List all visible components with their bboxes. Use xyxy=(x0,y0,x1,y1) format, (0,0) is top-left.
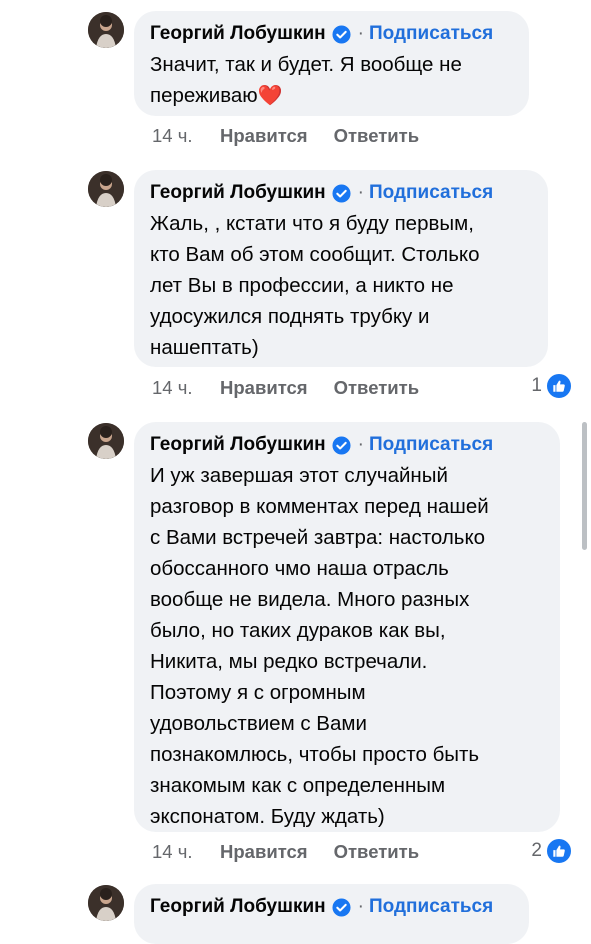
comment-header: Георгий Лобушкин · Подписаться xyxy=(150,894,513,920)
comment-line: познакомлюсь, чтобы просто быть xyxy=(150,743,480,766)
avatar[interactable] xyxy=(88,423,124,459)
follow-button[interactable]: Подписаться xyxy=(369,896,493,918)
avatar[interactable] xyxy=(88,12,124,48)
comment-actions: 14 ч. Нравится Ответить xyxy=(152,125,419,147)
like-button[interactable]: Нравится xyxy=(220,125,308,147)
author-name[interactable]: Георгий Лобушкин xyxy=(150,23,326,45)
comment-header: Георгий Лобушкин · Подписаться xyxy=(150,21,513,47)
comment-line: Жаль, , кстати что я буду первым, xyxy=(150,212,474,235)
comment-line: Значит, так и будет. Я вообще не xyxy=(150,53,462,76)
avatar[interactable] xyxy=(88,171,124,207)
reply-button[interactable]: Ответить xyxy=(334,377,420,399)
comment-line: обоссанного чмо наша отрасль xyxy=(150,557,449,580)
comment-line: удовольствием с Вами xyxy=(150,712,367,735)
comment-actions: 14 ч. Нравится Ответить xyxy=(152,377,419,399)
comment-line: было, но таких дураков как вы, xyxy=(150,619,446,642)
comment-bubble: Георгий Лобушкин · Подписаться Значит, т… xyxy=(134,11,529,116)
follow-button[interactable]: Подписаться xyxy=(369,434,493,456)
comment-text: Жаль, , кстати что я буду первым, кто Ва… xyxy=(150,208,532,363)
author-name[interactable]: Георгий Лобушкин xyxy=(150,434,326,456)
like-button[interactable]: Нравится xyxy=(220,377,308,399)
like-button[interactable]: Нравится xyxy=(220,841,308,863)
thumbs-up-icon xyxy=(545,372,573,400)
thumbs-up-icon xyxy=(545,837,573,865)
reply-button[interactable]: Ответить xyxy=(334,125,420,147)
comment-line: кто Вам об этом сообщит. Столько xyxy=(150,243,480,266)
separator-dot: · xyxy=(357,896,364,917)
comment-line: лет Вы в профессии, а никто не xyxy=(150,274,454,297)
timestamp[interactable]: 14 ч. xyxy=(152,125,220,147)
reactions-count: 1 xyxy=(531,375,542,396)
avatar[interactable] xyxy=(88,885,124,921)
comment-line: с Вами встречей завтра: настолько xyxy=(150,526,486,549)
comment-line: разговор в комментах перед нашей xyxy=(150,495,489,518)
comment-line: вообще не видела. Много разных xyxy=(150,588,470,611)
comment-bubble: Георгий Лобушкин · Подписаться И уж заве… xyxy=(134,422,560,832)
comment-line: переживаю xyxy=(150,84,258,107)
verified-badge-icon xyxy=(332,183,351,203)
reactions-summary[interactable]: 1 xyxy=(531,372,573,400)
follow-button[interactable]: Подписаться xyxy=(369,182,493,204)
timestamp[interactable]: 14 ч. xyxy=(152,377,220,399)
verified-badge-icon xyxy=(332,24,351,44)
heart-emoji-icon: ❤️ xyxy=(257,85,283,107)
separator-dot: · xyxy=(357,434,364,455)
comment-line: Поэтому я с огромным xyxy=(150,681,366,704)
reactions-count: 2 xyxy=(531,840,542,861)
author-name[interactable]: Георгий Лобушкин xyxy=(150,896,326,918)
comment-header: Георгий Лобушкин · Подписаться xyxy=(150,180,532,206)
comment-text: Значит, так и будет. Я вообще не пережив… xyxy=(150,49,513,112)
reactions-summary[interactable]: 2 xyxy=(531,837,573,865)
comment-line: знакомым как с определенным xyxy=(150,774,446,797)
author-name[interactable]: Георгий Лобушкин xyxy=(150,182,326,204)
verified-badge-icon xyxy=(332,897,351,917)
comment-line: Никита, мы редко встречали. xyxy=(150,650,428,673)
reply-button[interactable]: Ответить xyxy=(334,841,420,863)
comment-bubble: Георгий Лобушкин · Подписаться Жаль, , к… xyxy=(134,170,548,367)
comment-line: экспонатом. Буду ждать) xyxy=(150,805,385,828)
comment-line: удосужился поднять трубку и xyxy=(150,305,430,328)
comment-header: Георгий Лобушкин · Подписаться xyxy=(150,432,544,458)
comment-bubble: Георгий Лобушкин · Подписаться xyxy=(134,884,529,944)
comment-actions: 14 ч. Нравится Ответить xyxy=(152,841,419,863)
comment-line-with-emoji: переживаю❤️ xyxy=(150,80,513,112)
scrollbar[interactable] xyxy=(582,422,587,550)
comment-line: нашептать) xyxy=(150,336,259,359)
follow-button[interactable]: Подписаться xyxy=(369,23,493,45)
comment-line: И уж завершая этот случайный xyxy=(150,464,448,487)
separator-dot: · xyxy=(357,23,364,44)
verified-badge-icon xyxy=(332,435,351,455)
comment-text: И уж завершая этот случайный разговор в … xyxy=(150,460,544,832)
timestamp[interactable]: 14 ч. xyxy=(152,841,220,863)
separator-dot: · xyxy=(357,182,364,203)
